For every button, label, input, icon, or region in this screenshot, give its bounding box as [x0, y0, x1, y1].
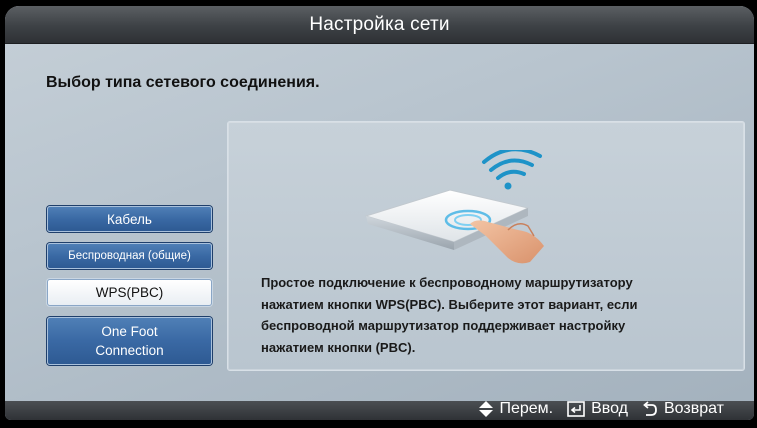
back-hint: Возврат	[642, 400, 724, 418]
title-bar: Настройка сети	[5, 6, 754, 44]
description-panel: Простое подключение к беспроводному марш…	[227, 121, 745, 371]
key-hints: Перем. Ввод Возврат	[479, 400, 724, 418]
dialog-title: Настройка сети	[309, 13, 450, 35]
option-label: WPS(PBC)	[95, 285, 164, 300]
move-hint: Перем.	[479, 400, 553, 418]
return-icon	[643, 401, 657, 416]
back-label: Возврат	[664, 400, 724, 417]
option-description: Простое подключение к беспроводному марш…	[261, 275, 638, 355]
enter-hint: Ввод	[567, 400, 628, 418]
wps-router-illustration	[364, 150, 544, 264]
tv-screen: Настройка сети Выбор типа сетевого соеди…	[0, 0, 757, 428]
option-label: Беспроводная (общие)	[68, 250, 191, 262]
option-wireless-general-button[interactable]: Беспроводная (общие)	[47, 243, 212, 269]
option-one-foot-connection-button[interactable]: One Foot Connection	[47, 317, 212, 365]
enter-key-icon	[567, 401, 585, 417]
option-wps-pbc-button[interactable]: WPS(PBC)	[47, 279, 212, 306]
option-cable-button[interactable]: Кабель	[47, 206, 212, 232]
enter-label: Ввод	[591, 400, 628, 417]
wifi-icon	[482, 150, 542, 190]
move-label: Перем.	[499, 400, 554, 417]
footer-bar: Перем. Ввод Возврат	[5, 400, 754, 420]
option-label: Кабель	[107, 211, 152, 227]
network-settings-dialog: Настройка сети Выбор типа сетевого соеди…	[5, 6, 754, 420]
up-down-arrows-icon	[479, 401, 494, 417]
connection-type-prompt: Выбор типа сетевого соединения.	[46, 74, 320, 91]
option-label: One Foot Connection	[95, 324, 164, 358]
